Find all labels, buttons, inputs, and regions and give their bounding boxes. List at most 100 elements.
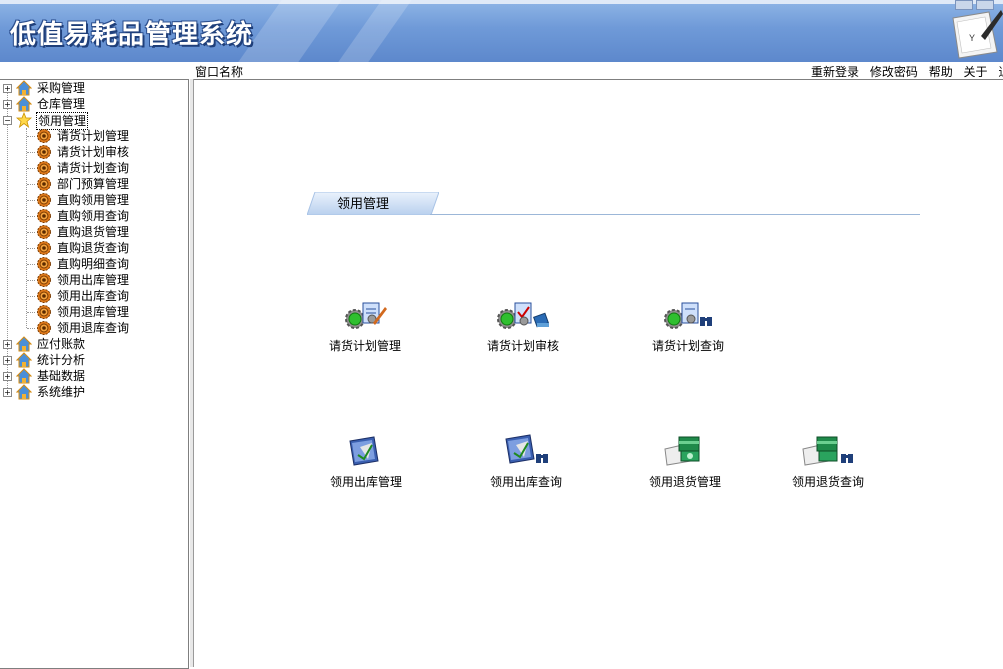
tree-branch-line (27, 152, 35, 153)
house-icon (16, 352, 32, 368)
house-icon (16, 80, 32, 96)
gear-search-icon (664, 302, 712, 329)
expand-icon[interactable]: + (3, 388, 12, 397)
tree-branch-line (27, 168, 35, 169)
tree-node-label: 系统维护 (37, 385, 86, 399)
return-search-icon (802, 436, 853, 466)
gear-icon (37, 257, 51, 271)
gear-icon (37, 177, 51, 191)
func-label: 领用退货查询 (791, 475, 864, 489)
tree-child-label: 领用退库管理 (57, 305, 130, 319)
outbound-icon (349, 436, 379, 466)
func-issue-outbound-manage[interactable]: 领用出库管理 (311, 433, 421, 490)
tree-branch-line (27, 216, 35, 217)
gear-icon (37, 225, 51, 239)
tree-child-label: 直购领用查询 (57, 209, 130, 223)
tree-node-label: 统计分析 (37, 353, 86, 367)
banner-stripe (238, 0, 342, 62)
tree-child-label: 直购明细查询 (57, 257, 130, 271)
expand-icon[interactable]: + (3, 340, 12, 349)
app-title: 低值易耗品管理系统 (10, 20, 254, 50)
banner-stripe (338, 0, 412, 62)
house-icon (16, 336, 32, 352)
func-label: 领用出库查询 (489, 475, 562, 489)
relogin-link[interactable]: 重新登录 (811, 65, 859, 79)
section-title-tab: 领用管理 (307, 192, 439, 215)
func-label: 请货计划审核 (486, 339, 559, 353)
expand-icon[interactable]: + (3, 356, 12, 365)
tree-branch-line (27, 280, 35, 281)
func-label: 领用出库管理 (329, 475, 402, 489)
tree-child-label: 请货计划审核 (57, 145, 130, 159)
house-icon (16, 368, 32, 384)
tree-child-label: 请货计划管理 (57, 129, 130, 143)
tree-node-label: 应付账款 (37, 337, 86, 351)
tree-child-label: 直购退货查询 (57, 241, 130, 255)
tree-branch-line (27, 136, 35, 137)
notepad-logo-icon: Y (952, 10, 1003, 59)
gear-icon (37, 129, 51, 143)
tree-child-label: 直购退货管理 (57, 225, 130, 239)
tree-branch-line (27, 232, 35, 233)
func-issue-outbound-query[interactable]: 领用出库查询 (471, 433, 581, 490)
func-label: 请货计划管理 (328, 339, 401, 353)
outbound-search-icon (505, 434, 548, 464)
gear-icon (37, 289, 51, 303)
gear-icon (37, 305, 51, 319)
func-request-plan-manage[interactable]: 请货计划管理 (310, 297, 420, 354)
tree-child-label: 直购领用管理 (57, 193, 130, 207)
app-banner: 低值易耗品管理系统 Y (0, 0, 1003, 62)
tree-guide-line (26, 128, 27, 328)
about-link[interactable]: 关于 (964, 65, 988, 79)
tree-branch-line (27, 296, 35, 297)
tree-branch-line (27, 248, 35, 249)
tree-child-label: 部门预算管理 (57, 177, 130, 191)
tree-child-label: 领用退库查询 (57, 321, 130, 335)
gear-icon (37, 273, 51, 287)
tree-branch-line (27, 328, 35, 329)
tree-child-label: 领用出库管理 (57, 273, 130, 287)
change-password-link[interactable]: 修改密码 (870, 65, 918, 79)
tree-child-label: 请货计划查询 (57, 161, 130, 175)
section-title: 领用管理 (337, 197, 389, 212)
exit-link[interactable]: 退出 (998, 65, 1003, 79)
tree-branch-line (27, 312, 35, 313)
gear-icon (37, 321, 51, 335)
star-icon (16, 112, 32, 128)
toolbar: 窗口名称 重新登录 修改密码 帮助 关于 退出 (0, 62, 1003, 80)
gear-approve-icon (497, 302, 549, 329)
section-divider (430, 214, 920, 215)
func-label: 领用退货管理 (648, 475, 721, 489)
navigation-tree: + 采购管理 + 仓库管理 − 领用管理 请货计划管理 请货计划审核 请货计划查询部… (0, 79, 189, 669)
gear-icon (37, 161, 51, 175)
svg-text:Y: Y (969, 33, 975, 43)
gear-icon (37, 209, 51, 223)
house-icon (16, 96, 32, 112)
tree-child-label: 领用出库查询 (57, 289, 130, 303)
gear-edit-icon (345, 302, 387, 329)
toolbar-links: 重新登录 修改密码 帮助 关于 退出 (811, 63, 1003, 80)
tree-node-label: 基础数据 (37, 369, 86, 383)
house-icon (16, 384, 32, 400)
banner-top-line (0, 0, 1003, 4)
func-label: 请货计划查询 (651, 339, 724, 353)
return-icon (664, 436, 700, 466)
gear-icon (37, 145, 51, 159)
tree-node-label: 仓库管理 (37, 97, 86, 111)
gear-icon (37, 241, 51, 255)
expand-icon[interactable]: + (3, 100, 12, 109)
help-link[interactable]: 帮助 (929, 65, 953, 79)
gear-icon (37, 193, 51, 207)
window-name-label: 窗口名称 (195, 65, 244, 79)
expand-icon[interactable]: + (3, 84, 12, 93)
tree-node-label: 采购管理 (37, 81, 86, 95)
tree-branch-line (27, 184, 35, 185)
expand-icon[interactable]: + (3, 372, 12, 381)
func-issue-return-manage[interactable]: 领用退货管理 (630, 433, 740, 490)
main-panel (194, 79, 1003, 668)
tree-branch-line (27, 264, 35, 265)
func-request-plan-review[interactable]: 请货计划审核 (468, 297, 578, 354)
func-issue-return-query[interactable]: 领用退货查询 (773, 433, 883, 490)
collapse-icon[interactable]: − (3, 116, 12, 125)
func-request-plan-query[interactable]: 请货计划查询 (633, 297, 743, 354)
